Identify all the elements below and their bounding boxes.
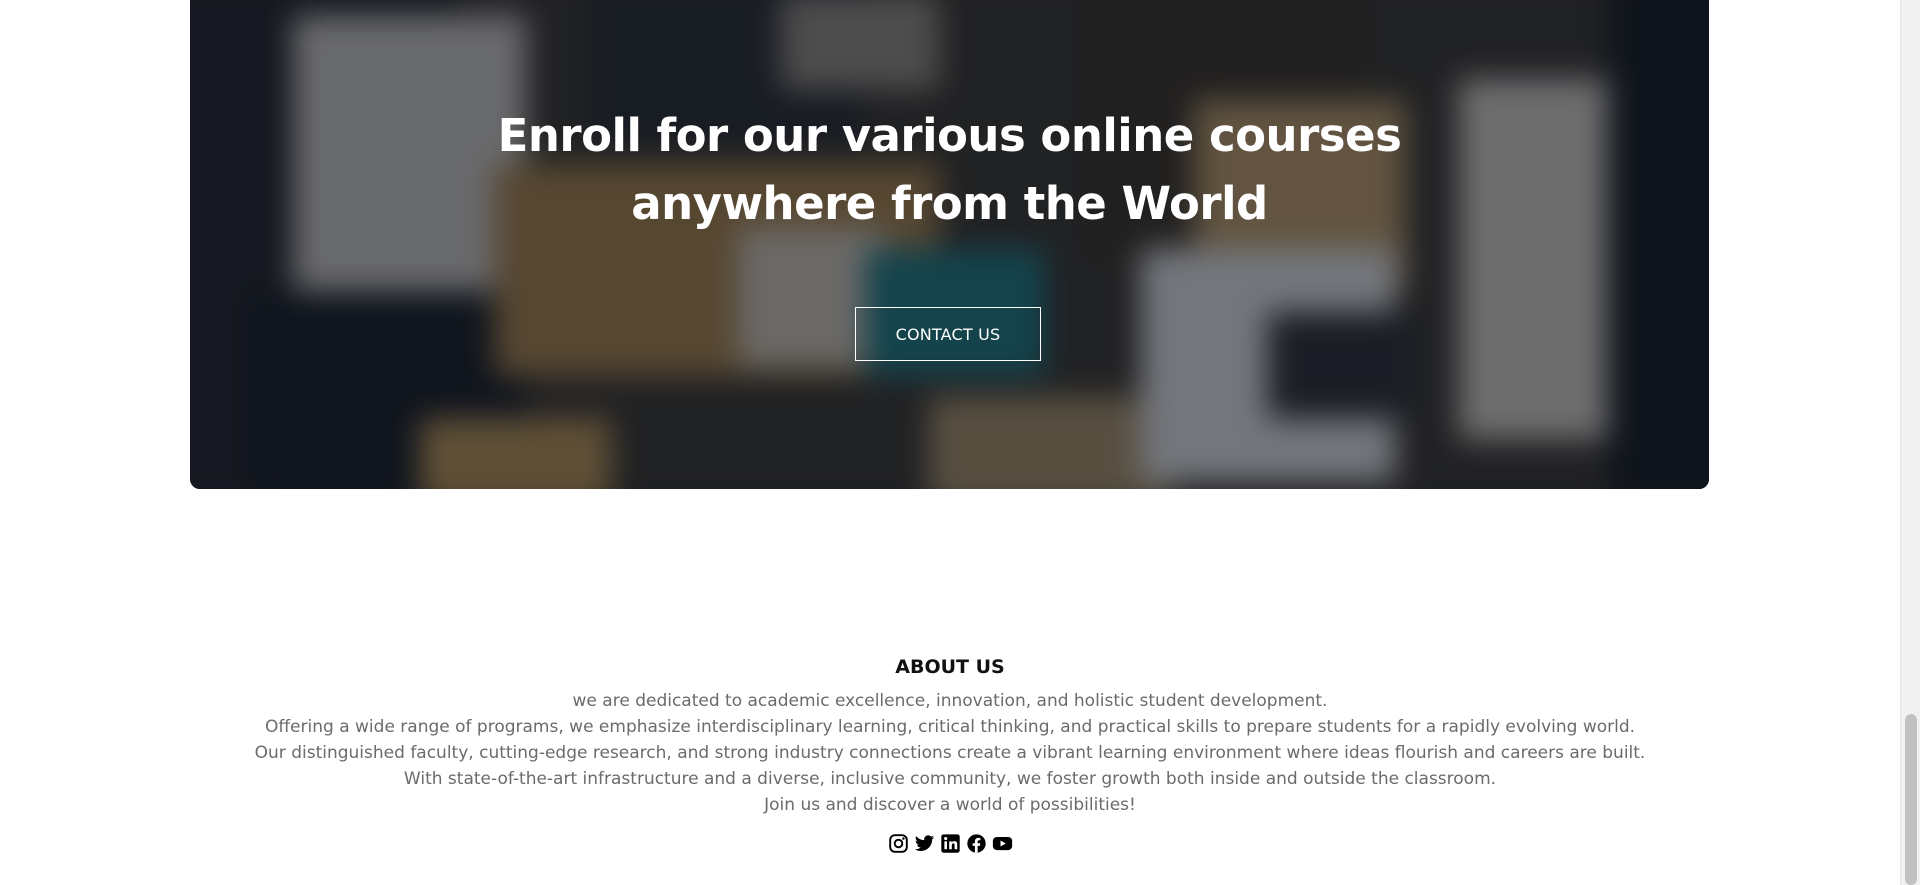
hero-title: Enroll for our various online courses an… [190,102,1709,238]
facebook-icon[interactable] [965,832,987,854]
about-line: With state-of-the-art infrastructure and… [403,769,1497,789]
hero-banner: Enroll for our various online courses an… [190,0,1709,489]
about-heading: ABOUT US [895,656,1005,678]
about-line: Our distinguished faculty, cutting-edge … [254,743,1646,763]
about-description: we are dedicated to academic excellence,… [0,688,1900,818]
page: Enroll for our various online courses an… [0,0,1920,885]
page-scrollbar[interactable] [1900,0,1920,885]
about-line: Offering a wide range of programs, we em… [264,717,1636,737]
hero-content: Enroll for our various online courses an… [190,0,1709,489]
instagram-icon[interactable] [887,832,909,854]
contact-us-button[interactable]: CONTACT US [855,307,1041,361]
social-links [0,832,1900,854]
about-section: ABOUT US we are dedicated to academic ex… [0,650,1900,854]
twitter-icon[interactable] [913,832,935,854]
hero-title-line-1: Enroll for our various online courses [497,109,1402,162]
about-line: we are dedicated to academic excellence,… [572,691,1328,711]
hero-title-line-2: anywhere from the World [631,177,1268,230]
about-line: Join us and discover a world of possibil… [764,795,1136,815]
scrollbar-thumb[interactable] [1905,714,1917,885]
linkedin-icon[interactable] [939,832,961,854]
youtube-icon[interactable] [991,832,1013,854]
